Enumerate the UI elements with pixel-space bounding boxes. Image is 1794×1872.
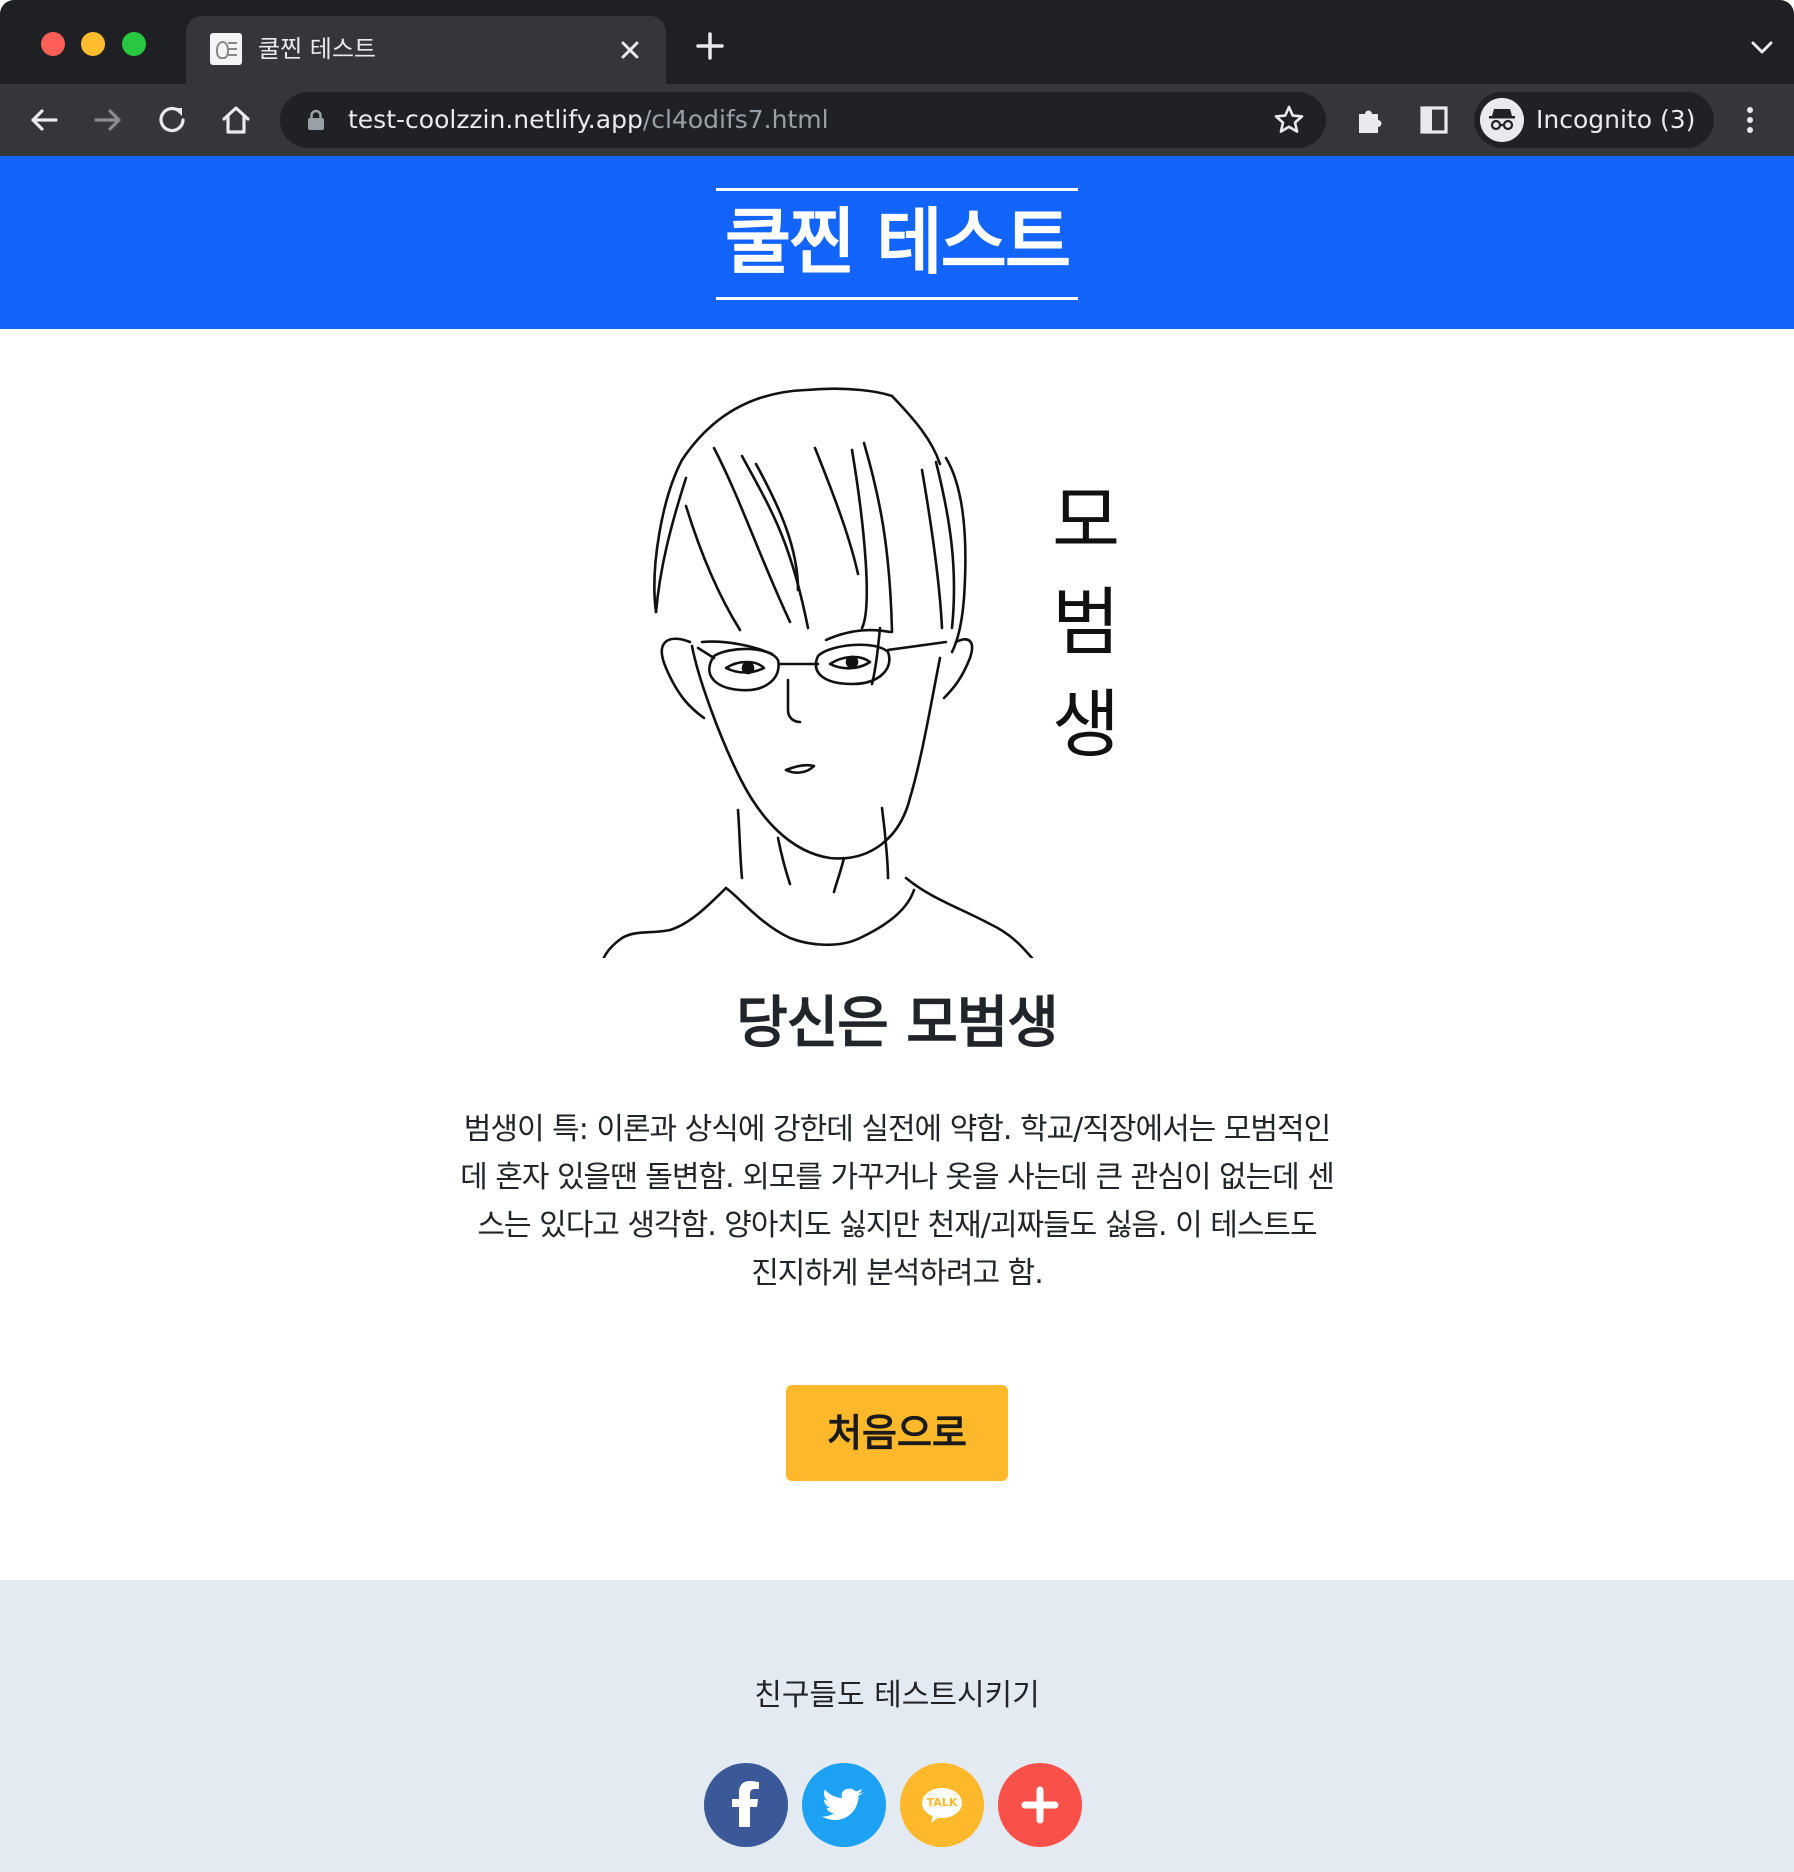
puzzle-icon[interactable] bbox=[1352, 102, 1388, 138]
tab-title: 쿨찐 테스트 bbox=[258, 35, 377, 63]
home-icon[interactable] bbox=[218, 102, 254, 138]
description-line: 범생이 특: 이론과 상식에 강한데 실전에 약함. 학교/직장에서는 모범적인 bbox=[463, 1112, 1331, 1147]
chevron-down-icon[interactable] bbox=[1748, 36, 1776, 58]
vertical-char: 범 bbox=[1051, 580, 1121, 666]
plus-icon bbox=[1021, 1786, 1059, 1824]
url-host: test-coolzzin.netlify.app bbox=[348, 105, 643, 134]
star-icon[interactable] bbox=[1272, 103, 1306, 137]
browser-titlebar: 쿨찐 테스트 bbox=[0, 0, 1794, 84]
arrow-right-icon[interactable] bbox=[90, 102, 126, 138]
reload-icon[interactable] bbox=[154, 102, 190, 138]
new-tab-icon[interactable] bbox=[694, 30, 726, 62]
facebook-share-button[interactable] bbox=[704, 1763, 788, 1847]
side-panel-icon[interactable] bbox=[1416, 102, 1452, 138]
site-title[interactable]: 쿨찐 테스트 bbox=[716, 188, 1078, 300]
description-line: 스는 있다고 생각함. 양아치도 싫지만 천재/괴짜들도 싫음. 이 테스트도 bbox=[477, 1208, 1317, 1243]
url-text: test-coolzzin.netlify.app/cl4odifs7.html bbox=[348, 103, 829, 137]
kakaotalk-label: TALK bbox=[926, 1796, 958, 1809]
result-description: 범생이 특: 이론과 상식에 강한데 실전에 약함. 학교/직장에서는 모범적인… bbox=[392, 1106, 1402, 1298]
close-icon[interactable] bbox=[614, 34, 646, 66]
share-section: 친구들도 테스트시키기 TALK bbox=[0, 1580, 1794, 1872]
twitter-icon bbox=[822, 1788, 864, 1820]
vertical-result-label: 모 범 생 bbox=[1046, 470, 1126, 776]
twitter-share-button[interactable] bbox=[802, 1763, 886, 1847]
description-line: 진지하게 분석하려고 함. bbox=[751, 1256, 1044, 1291]
result-title: 당신은 모범생 bbox=[736, 991, 1059, 1056]
address-bar[interactable]: test-coolzzin.netlify.app/cl4odifs7.html bbox=[280, 92, 1326, 148]
share-buttons: TALK bbox=[704, 1763, 1090, 1847]
more-share-button[interactable] bbox=[998, 1763, 1082, 1847]
incognito-icon bbox=[1480, 98, 1524, 142]
site-header: 쿨찐 테스트 bbox=[0, 156, 1794, 329]
window-maximize-button[interactable] bbox=[122, 32, 146, 56]
web-page: 쿨찐 테스트 모 범 생 당신은 모범생 범생이 특: 이론과 상식에 강한데 … bbox=[0, 156, 1794, 1872]
restart-button[interactable]: 처음으로 bbox=[786, 1385, 1008, 1481]
vertical-char: 생 bbox=[1051, 682, 1121, 768]
profile-label: Incognito (3) bbox=[1536, 105, 1696, 134]
browser-tab[interactable]: 쿨찐 테스트 bbox=[186, 16, 666, 84]
url-path: /cl4odifs7.html bbox=[642, 105, 829, 134]
description-line: 데 혼자 있을땐 돌변함. 외모를 가꾸거나 옷을 사는데 큰 관심이 없는데 … bbox=[460, 1160, 1335, 1195]
kakaotalk-share-button[interactable]: TALK bbox=[900, 1763, 984, 1847]
window-close-button[interactable] bbox=[41, 32, 65, 56]
arrow-left-icon[interactable] bbox=[26, 102, 62, 138]
browser-toolbar: test-coolzzin.netlify.app/cl4odifs7.html… bbox=[0, 84, 1794, 156]
vertical-char: 모 bbox=[1051, 478, 1121, 564]
lock-icon[interactable] bbox=[306, 109, 326, 131]
profile-button[interactable]: Incognito (3) bbox=[1474, 92, 1714, 148]
share-title: 친구들도 테스트시키기 bbox=[754, 1678, 1040, 1713]
favicon-icon bbox=[210, 33, 242, 65]
kebab-menu-icon[interactable] bbox=[1732, 102, 1768, 138]
window-minimize-button[interactable] bbox=[81, 32, 105, 56]
facebook-icon bbox=[732, 1781, 759, 1827]
